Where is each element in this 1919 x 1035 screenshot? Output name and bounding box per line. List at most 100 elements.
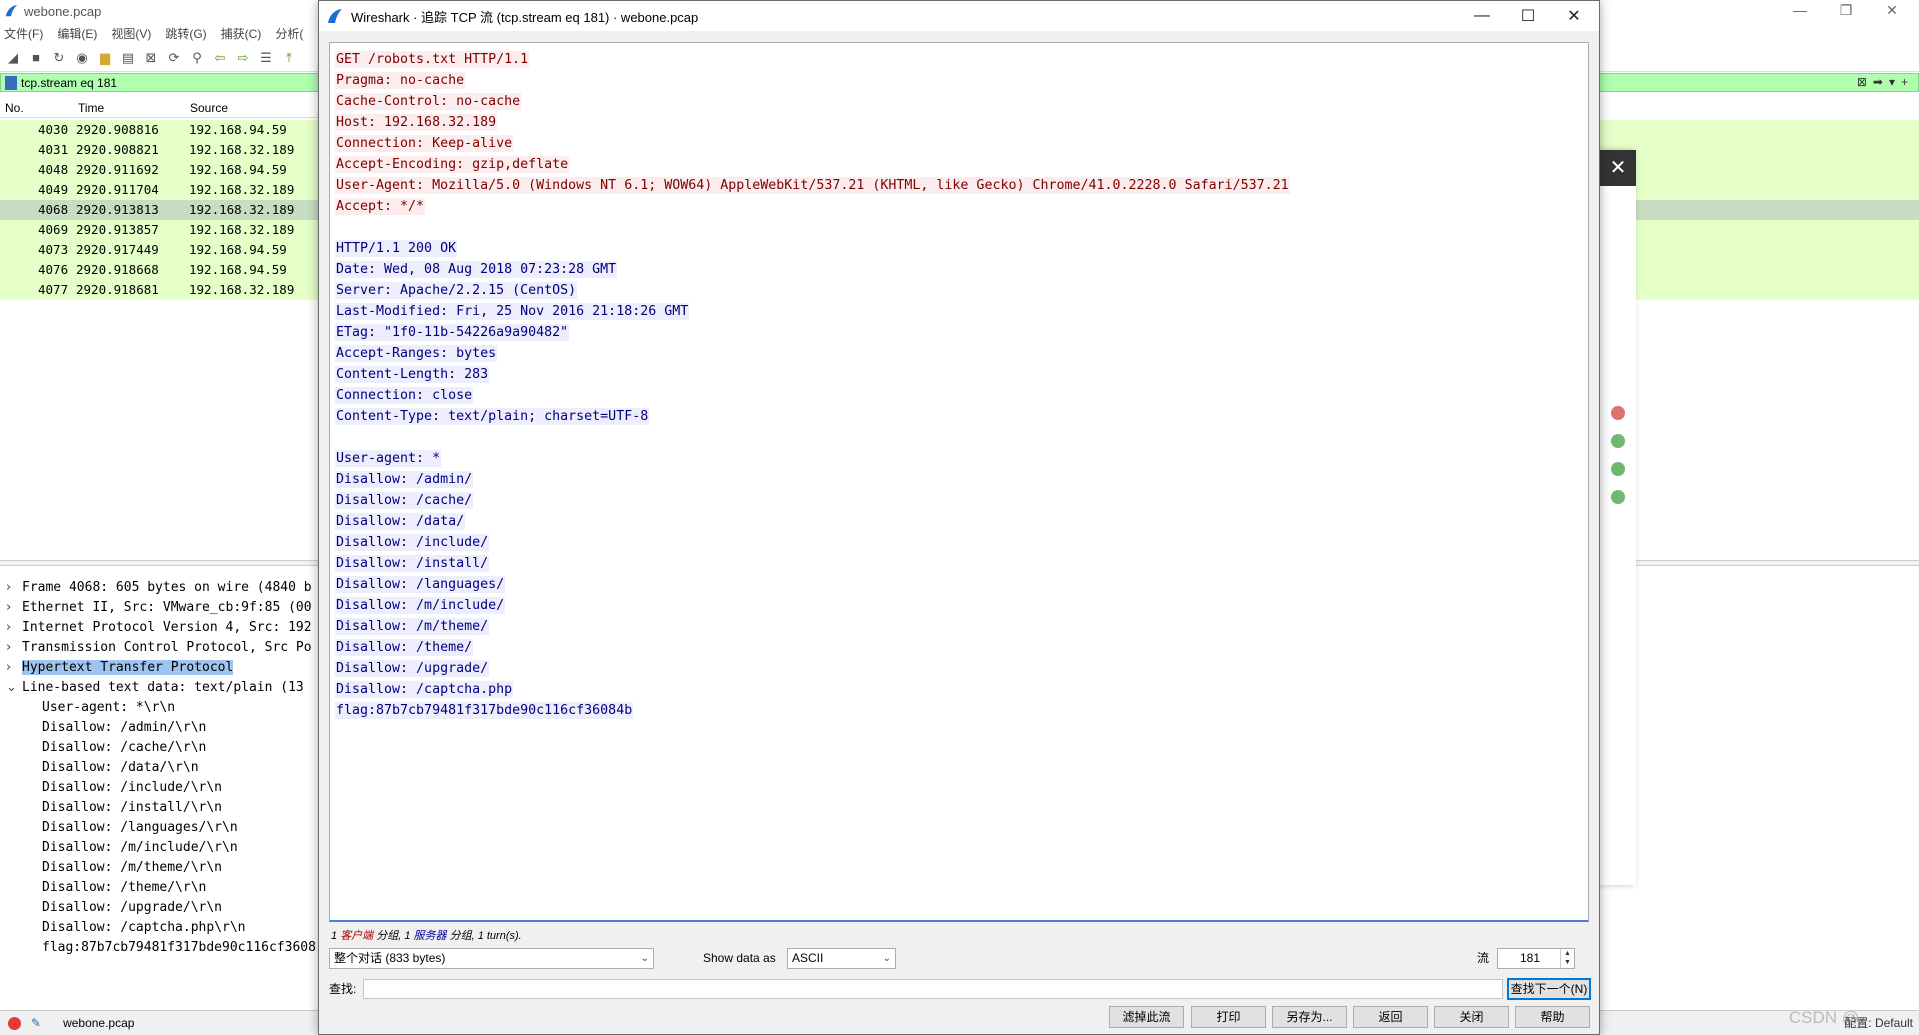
detail-child-row[interactable]: Disallow: /m/include/\r\n <box>0 838 330 858</box>
detail-row-http[interactable]: › Hypertext Transfer Protocol <box>0 658 330 678</box>
packet-source: 192.168.32.189 <box>189 222 295 237</box>
menu-capture[interactable]: 捕获(C) <box>221 25 262 42</box>
stop-capture-icon[interactable]: ■ <box>27 49 45 67</box>
close-icon[interactable]: ✕ <box>1872 0 1912 22</box>
detail-child-row[interactable]: Disallow: /cache/\r\n <box>0 738 330 758</box>
detail-child-row[interactable]: User-agent: *\r\n <box>0 698 330 718</box>
go-first-packet-icon[interactable]: ⤒ <box>280 49 298 67</box>
detail-child-row[interactable]: Disallow: /install/\r\n <box>0 798 330 818</box>
open-file-icon[interactable]: ▆ <box>96 49 114 67</box>
side-popup-panel: ✕ <box>1600 150 1636 885</box>
capture-options-icon[interactable]: ◉ <box>73 49 91 67</box>
apply-filter-icon[interactable]: ➡ <box>1873 75 1883 89</box>
bookmark-icon[interactable] <box>5 75 17 90</box>
restart-capture-icon[interactable]: ↻ <box>50 49 68 67</box>
back-button[interactable]: 返回 <box>1353 1006 1428 1028</box>
go-to-packet-icon[interactable]: ☰ <box>257 49 275 67</box>
add-filter-button-icon[interactable]: + <box>1901 75 1908 89</box>
expand-arrow-icon[interactable]: › <box>6 658 11 678</box>
save-as-button[interactable]: 另存为... <box>1272 1006 1347 1028</box>
packet-no: 4069 <box>38 222 69 237</box>
display-filter-input[interactable]: tcp.stream eq 181 <box>21 76 117 90</box>
client-request-line: User-Agent: Mozilla/5.0 (Windows NT 6.1;… <box>335 177 1290 194</box>
close-button[interactable]: 关闭 <box>1434 1006 1509 1028</box>
spin-up-icon[interactable]: ▲ <box>1561 949 1574 958</box>
go-back-icon[interactable]: ⇦ <box>211 49 229 67</box>
restore-icon[interactable]: ❐ <box>1826 0 1866 22</box>
save-file-icon[interactable]: ▤ <box>119 49 137 67</box>
avatar[interactable] <box>1611 406 1625 420</box>
packet-source: 192.168.94.59 <box>189 162 287 177</box>
server-response-line: Last-Modified: Fri, 25 Nov 2016 21:18:26… <box>335 303 690 320</box>
detail-child-row[interactable]: flag:87b7cb79481f317bde90c116cf3608 <box>0 938 330 958</box>
detail-row-ethernet[interactable]: › Ethernet II, Src: VMware_cb:9f:85 (00 <box>0 598 330 618</box>
column-time[interactable]: Time <box>78 101 104 115</box>
stream-content[interactable]: GET /robots.txt HTTP/1.1 Pragma: no-cache… <box>329 42 1589 922</box>
packet-no: 4076 <box>38 262 69 277</box>
find-next-button[interactable]: 查找下一个(N) <box>1507 978 1591 1000</box>
detail-child-row[interactable]: Disallow: /upgrade/\r\n <box>0 898 330 918</box>
clear-filter-icon[interactable]: ⊠ <box>1857 75 1867 89</box>
dialog-maximize-icon[interactable]: ☐ <box>1505 1 1551 31</box>
capture-comment-icon[interactable]: ✎ <box>31 1016 41 1030</box>
detail-child-row[interactable]: Disallow: /admin/\r\n <box>0 718 330 738</box>
menu-file[interactable]: 文件(F) <box>4 25 43 42</box>
chevron-down-icon: ⌄ <box>640 953 649 964</box>
menu-go[interactable]: 跳转(G) <box>165 25 206 42</box>
reload-file-icon[interactable]: ⟳ <box>165 49 183 67</box>
avatar[interactable] <box>1611 490 1625 504</box>
detail-child-row[interactable]: Disallow: /m/theme/\r\n <box>0 858 330 878</box>
detail-child-row[interactable]: Disallow: /theme/\r\n <box>0 878 330 898</box>
dialog-close-icon[interactable]: ✕ <box>1551 1 1597 31</box>
detail-row-text-data[interactable]: ⌄ Line-based text data: text/plain (13 <box>0 678 330 698</box>
detail-row-ip[interactable]: › Internet Protocol Version 4, Src: 192 <box>0 618 330 638</box>
packet-time: 2920.911704 <box>76 182 159 197</box>
detail-row-frame[interactable]: › Frame 4068: 605 bytes on wire (4840 b <box>0 578 330 598</box>
packet-time: 2920.908816 <box>76 122 159 137</box>
expand-arrow-icon[interactable]: › <box>6 618 11 638</box>
detail-child-row[interactable]: Disallow: /captcha.php\r\n <box>0 918 330 938</box>
spin-down-icon[interactable]: ▼ <box>1561 958 1574 967</box>
avatar[interactable] <box>1611 462 1625 476</box>
avatar[interactable] <box>1611 434 1625 448</box>
find-packet-icon[interactable]: ⚲ <box>188 49 206 67</box>
filter-out-stream-button[interactable]: 滤掉此流 <box>1109 1006 1184 1028</box>
packet-no: 4031 <box>38 142 69 157</box>
detail-row-tcp[interactable]: › Transmission Control Protocol, Src Po <box>0 638 330 658</box>
stream-summary: 1 客户端 分组, 1 服务器 分组, 1 turn(s). <box>331 930 522 942</box>
show-data-select[interactable]: ASCII ⌄ <box>787 948 896 969</box>
main-window-title: webone.pcap <box>24 3 102 19</box>
expert-info-icon[interactable] <box>8 1016 21 1030</box>
find-input[interactable] <box>363 979 1503 999</box>
stream-number-spinbox[interactable]: 181 ▲ ▼ <box>1497 948 1575 969</box>
menu-view[interactable]: 视图(V) <box>111 25 151 42</box>
server-response-line: ETag: "1f0-11b-54226a9a90482" <box>335 324 570 341</box>
expand-arrow-icon[interactable]: › <box>6 578 11 598</box>
detail-child-row[interactable]: Disallow: /include/\r\n <box>0 778 330 798</box>
menu-edit[interactable]: 编辑(E) <box>57 25 97 42</box>
detail-children: User-agent: *\r\n Disallow: /admin/\r\n Di… <box>0 698 330 958</box>
expand-arrow-icon[interactable]: › <box>6 598 11 618</box>
client-request-line: Host: 192.168.32.189 <box>335 114 498 131</box>
expand-arrow-icon[interactable]: › <box>6 638 11 658</box>
server-body-line: Disallow: /data/ <box>335 513 466 530</box>
menu-analyze[interactable]: 分析( <box>275 25 303 42</box>
start-capture-icon[interactable]: ◢ <box>4 49 22 67</box>
server-body-line: Disallow: /upgrade/ <box>335 660 490 677</box>
detail-child-row[interactable]: Disallow: /data/\r\n <box>0 758 330 778</box>
print-button[interactable]: 打印 <box>1191 1006 1266 1028</box>
minimize-icon[interactable]: — <box>1780 0 1820 22</box>
collapse-arrow-icon[interactable]: ⌄ <box>6 678 17 698</box>
go-forward-icon[interactable]: ⇨ <box>234 49 252 67</box>
column-source[interactable]: Source <box>190 101 228 115</box>
help-button[interactable]: 帮助 <box>1515 1006 1590 1028</box>
dialog-minimize-icon[interactable]: — <box>1459 1 1505 31</box>
profile-label[interactable]: 配置: Default <box>1844 1014 1913 1031</box>
conversation-select[interactable]: 整个对话 (833 bytes) ⌄ <box>329 948 654 969</box>
popup-close-icon[interactable]: ✕ <box>1600 150 1636 186</box>
detail-child-row[interactable]: Disallow: /languages/\r\n <box>0 818 330 838</box>
filter-dropdown-icon[interactable]: ▾ <box>1889 75 1895 89</box>
packet-time: 2920.913813 <box>76 202 159 217</box>
close-file-icon[interactable]: ⊠ <box>142 49 160 67</box>
column-no[interactable]: No. <box>5 101 24 115</box>
